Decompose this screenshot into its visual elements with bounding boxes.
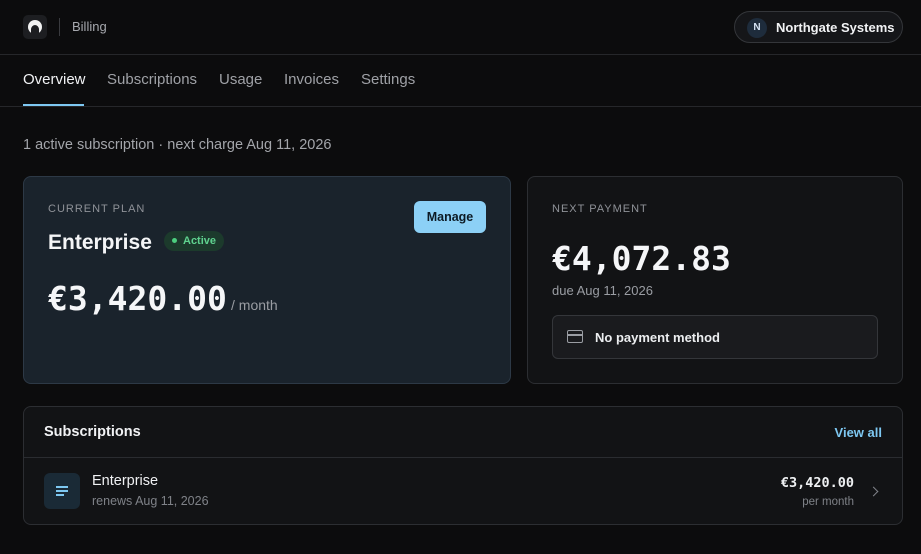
header-divider — [59, 18, 60, 36]
subscription-name: Enterprise — [92, 473, 159, 489]
payment-method-text: No payment method — [595, 330, 720, 345]
status-dot-icon — [172, 238, 177, 243]
subscription-row[interactable]: Enterprise renews Aug 11, 2026 €3,420.00… — [24, 459, 902, 525]
credit-card-icon — [567, 330, 583, 343]
org-avatar: N — [747, 18, 767, 38]
subscriptions-panel: Subscriptions View all Enterprise renews… — [23, 406, 903, 525]
status-badge-label: Active — [183, 235, 217, 247]
org-name: Northgate Systems — [776, 20, 895, 35]
payment-method-box[interactable]: No payment method — [552, 315, 878, 359]
next-payment-label: NEXT PAYMENT — [552, 203, 648, 215]
subscriptions-title: Subscriptions — [44, 424, 141, 440]
subscription-renewal: renews Aug 11, 2026 — [92, 494, 209, 508]
view-all-link[interactable]: View all — [835, 425, 882, 440]
page-title: Billing — [72, 19, 107, 34]
document-icon — [44, 473, 80, 509]
subscriptions-header: Subscriptions View all — [24, 407, 902, 458]
next-payment-card: NEXT PAYMENT €4,072.83 due Aug 11, 2026 … — [527, 176, 903, 384]
plan-name: Enterprise — [48, 231, 152, 254]
top-bar: Billing N Northgate Systems — [0, 0, 921, 55]
org-switcher-button[interactable]: N Northgate Systems — [734, 11, 903, 43]
manage-button[interactable]: Manage — [414, 201, 486, 233]
tab-overview[interactable]: Overview — [23, 71, 86, 88]
billing-summary: 1 active subscription · next charge Aug … — [23, 137, 332, 153]
next-payment-due: due Aug 11, 2026 — [552, 283, 653, 298]
tab-invoices[interactable]: Invoices — [284, 71, 339, 88]
status-badge: Active — [164, 231, 225, 251]
tab-settings[interactable]: Settings — [361, 71, 415, 88]
current-plan-label: CURRENT PLAN — [48, 203, 146, 215]
active-tab-indicator — [23, 104, 84, 106]
subscription-amount: €3,420.00 — [780, 475, 854, 491]
subscription-period: per month — [802, 496, 854, 508]
plan-period: / month — [231, 297, 278, 313]
tab-usage[interactable]: Usage — [219, 71, 262, 88]
app-logo-icon[interactable] — [23, 15, 47, 39]
plan-amount: €3,420.00 — [48, 279, 227, 318]
current-plan-card: CURRENT PLAN Enterprise Active Manage €3… — [23, 176, 511, 384]
next-payment-amount: €4,072.83 — [552, 239, 731, 278]
chevron-right-icon — [868, 486, 879, 497]
tab-subscriptions[interactable]: Subscriptions — [107, 71, 197, 88]
tab-bar: Overview Subscriptions Usage Invoices Se… — [0, 56, 921, 107]
